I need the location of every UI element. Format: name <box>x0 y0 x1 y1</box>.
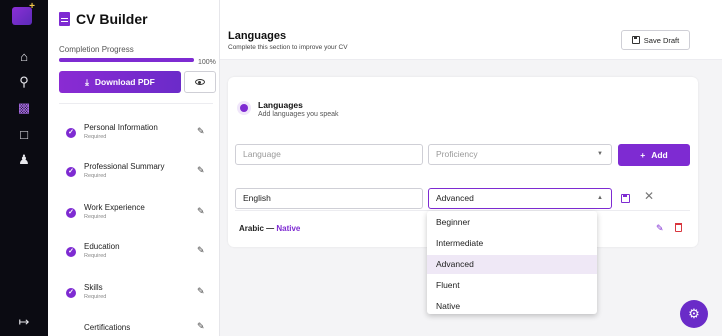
gear-icon: ⚙ <box>688 306 700 321</box>
edit-proficiency-value: Advanced <box>436 193 474 203</box>
page-subtitle: Complete this section to improve your CV <box>228 44 348 51</box>
progress-bar <box>59 58 194 62</box>
progress-label: Completion Progress <box>59 45 134 54</box>
logout-icon[interactable]: ↦ <box>0 312 48 332</box>
section-certifications[interactable]: Certifications ✎ <box>66 320 218 336</box>
plus-icon: + <box>640 150 646 160</box>
check-icon: ✓ <box>66 128 76 138</box>
dropdown-option[interactable]: Intermediate <box>427 234 597 253</box>
check-icon: ✓ <box>66 288 76 298</box>
section-status: Required <box>84 173 107 179</box>
dropdown-option[interactable]: Fluent <box>427 276 597 295</box>
trash-icon[interactable] <box>675 223 682 232</box>
progress-fill <box>59 58 194 62</box>
app-logo <box>12 1 35 25</box>
section-label: Professional Summary <box>84 162 165 171</box>
edit-pencil-icon[interactable]: ✎ <box>197 206 205 217</box>
add-label: Add <box>651 150 668 160</box>
proficiency-select[interactable]: Proficiency ▼ <box>428 144 612 165</box>
globe-icon <box>237 101 251 115</box>
download-icon: ⤓ <box>85 76 89 87</box>
page-title: Languages <box>228 30 287 42</box>
save-draft-button[interactable]: Save Draft <box>621 30 690 50</box>
nav-rail: ⌂ ⚲ ▩ □ ♟ ↦ <box>0 0 48 336</box>
section-work-experience[interactable]: ✓ Work Experience Required ✎ <box>66 202 218 228</box>
dropdown-option-selected[interactable]: Advanced <box>427 255 597 274</box>
edit-pencil-icon[interactable]: ✎ <box>656 223 664 234</box>
save-draft-label: Save Draft <box>643 35 680 45</box>
check-icon: ✓ <box>66 208 76 218</box>
cv-document-icon <box>59 12 70 26</box>
download-pdf-button[interactable]: ⤓ Download PDF <box>59 71 181 93</box>
search-icon[interactable]: ⚲ <box>0 72 48 92</box>
section-personal-information[interactable]: ✓ Personal Information Required ✎ <box>66 122 218 148</box>
section-status: Required <box>84 294 107 300</box>
section-label: Personal Information <box>84 123 158 132</box>
language-input[interactable]: Language <box>235 144 423 165</box>
dropdown-option[interactable]: Beginner <box>427 213 597 232</box>
proficiency-dropdown-menu: Beginner Intermediate Advanced Fluent Na… <box>427 211 597 314</box>
section-label: Education <box>84 242 120 251</box>
edit-pencil-icon[interactable]: ✎ <box>197 165 205 176</box>
close-icon[interactable]: ✕ <box>644 189 654 203</box>
chevron-up-icon: ▲ <box>597 195 603 201</box>
edit-pencil-icon[interactable]: ✎ <box>197 126 205 137</box>
add-language-button[interactable]: + Add <box>618 144 690 166</box>
entry-separator: — <box>263 224 277 233</box>
user-icon[interactable]: ♟ <box>0 150 48 170</box>
progress-percent: 100% <box>198 59 216 66</box>
proficiency-placeholder: Proficiency <box>436 149 478 159</box>
edit-pencil-icon[interactable]: ✎ <box>197 321 205 332</box>
document-icon[interactable]: ▩ <box>0 98 48 118</box>
dropdown-option[interactable]: Native <box>427 297 597 316</box>
section-professional-summary[interactable]: ✓ Professional Summary Required ✎ <box>66 161 218 187</box>
entry-language: Arabic <box>239 224 264 233</box>
language-entry: Arabic — Native <box>239 224 300 233</box>
section-label: Work Experience <box>84 203 145 212</box>
save-icon <box>631 36 640 44</box>
settings-fab-button[interactable]: ⚙ <box>680 300 708 328</box>
preview-button[interactable] <box>184 71 216 93</box>
section-status: Required <box>84 214 107 220</box>
app-title: CV Builder <box>76 11 148 27</box>
download-label: Download PDF <box>94 77 155 87</box>
eye-icon <box>195 79 205 85</box>
check-icon: ✓ <box>66 167 76 177</box>
card-subtitle: Add languages you speak <box>258 111 339 118</box>
chat-icon[interactable]: □ <box>0 124 48 144</box>
builder-sidebar: CV Builder Completion Progress 100% ⤓ Do… <box>48 0 220 336</box>
section-education[interactable]: ✓ Education Required ✎ <box>66 241 218 267</box>
section-skills[interactable]: ✓ Skills Required ✎ <box>66 282 218 308</box>
section-label: Skills <box>84 283 103 292</box>
divider <box>59 103 213 104</box>
page-header: Languages Complete this section to impro… <box>220 0 722 60</box>
section-label: Certifications <box>84 323 131 332</box>
chevron-down-icon: ▼ <box>597 151 603 157</box>
check-icon: ✓ <box>66 247 76 257</box>
edit-pencil-icon[interactable]: ✎ <box>197 286 205 297</box>
edit-proficiency-select[interactable]: Advanced ▲ <box>428 188 612 209</box>
section-status: Required <box>84 134 107 140</box>
save-row-icon[interactable] <box>621 194 630 203</box>
home-icon[interactable]: ⌂ <box>0 46 48 66</box>
edit-language-input[interactable]: English <box>235 188 423 209</box>
brand: CV Builder <box>59 11 148 27</box>
entry-level: Native <box>276 224 301 233</box>
section-status: Required <box>84 253 107 259</box>
edit-pencil-icon[interactable]: ✎ <box>197 245 205 256</box>
card-title: Languages <box>258 100 303 110</box>
